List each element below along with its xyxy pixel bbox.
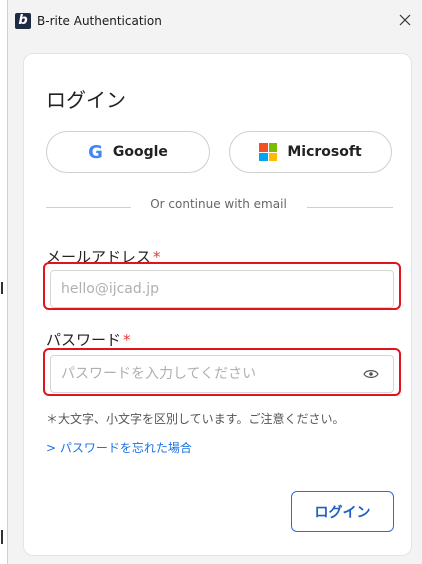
app-logo-icon: b <box>15 13 31 29</box>
email-label: メールアドレス * <box>46 246 161 267</box>
required-mark: * <box>123 331 131 349</box>
auth-window: b B-rite Authentication ログイン G Google Mi… <box>7 0 422 564</box>
google-logo-icon: G <box>88 141 103 163</box>
divider-text: Or continue with email <box>150 197 287 211</box>
divider-line-right <box>307 207 393 208</box>
login-heading: ログイン <box>46 88 126 112</box>
password-label-text: パスワード <box>46 331 122 349</box>
required-mark: * <box>153 248 161 266</box>
microsoft-logo-icon <box>259 143 278 161</box>
window-title: B-rite Authentication <box>37 14 162 28</box>
app-icon-letter: b <box>18 13 28 28</box>
background-mark <box>1 530 3 544</box>
case-sensitivity-note: ＊大文字、小文字を区別しています。ご注意ください。 <box>46 412 345 426</box>
close-button[interactable] <box>388 4 422 36</box>
microsoft-signin-button[interactable]: Microsoft <box>229 131 392 173</box>
background-mark <box>1 282 3 294</box>
login-card: ログイン G Google Microsoft Or continue with… <box>23 53 412 556</box>
close-icon <box>399 14 411 26</box>
email-label-text: メールアドレス <box>46 248 152 266</box>
email-field[interactable] <box>50 270 394 308</box>
google-signin-button[interactable]: G Google <box>46 131 210 173</box>
eye-icon <box>363 370 379 378</box>
password-field[interactable] <box>50 355 394 393</box>
password-visibility-toggle[interactable] <box>361 364 381 384</box>
password-label: パスワード * <box>46 329 131 350</box>
microsoft-button-label: Microsoft <box>287 144 362 160</box>
login-button[interactable]: ログイン <box>291 491 394 532</box>
forgot-password-link[interactable]: > パスワードを忘れた場合 <box>46 439 192 456</box>
title-bar: b B-rite Authentication <box>8 0 422 43</box>
background-strip <box>0 0 7 564</box>
google-button-label: Google <box>112 144 168 160</box>
